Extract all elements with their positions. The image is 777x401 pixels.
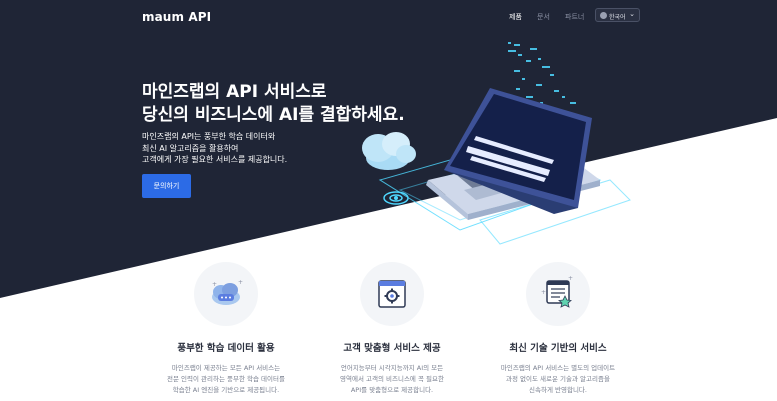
svg-text:+: + (541, 289, 546, 296)
nav-item-docs[interactable]: 문서 (537, 12, 550, 22)
feature-description-line: 신속하게 반영합니다. (529, 386, 587, 394)
feature-description-line: 영역에서 고객의 비즈니스에 꼭 필요한 (340, 375, 444, 383)
feature-description: 언어지능부터 시각지능까지 AI의 모든 영역에서 고객의 비즈니스에 꼭 필요… (307, 363, 477, 396)
cloud-shape (362, 132, 416, 170)
feature-icon-circle: + + (526, 262, 590, 326)
feature-description-line: API를 맞춤형으로 제공합니다. (350, 386, 434, 394)
laptop-illustration (362, 42, 631, 245)
hero-description-line: 마인즈랩의 API는 풍부한 학습 데이터와 (142, 132, 276, 141)
logo[interactable]: maum API (142, 10, 211, 24)
feature-title: 최신 기술 기반의 서비스 (509, 343, 607, 354)
feature-description-line: 마인즈랩의 API 서비스는 별도의 업데이트 (500, 364, 616, 372)
svg-text:+: + (238, 279, 243, 286)
hero-description-line: 고객에게 가장 필요한 서비스를 제공합니다. (142, 155, 288, 164)
feature-description-line: 전문 인력이 관리하는 풍부한 학습 데이터를 (167, 375, 285, 383)
hero-description: 마인즈랩의 API는 풍부한 학습 데이터와 최신 AI 알고리즘을 활용하여 … (142, 131, 287, 166)
code-rain (508, 42, 576, 104)
top-navigation-bar: maum API 제품 문서 파트너 한국어 ⌄ (0, 0, 777, 34)
svg-text:+: + (212, 281, 217, 288)
cloud-chat-icon: + + (212, 279, 243, 305)
contact-button[interactable]: 문의하기 (142, 174, 191, 198)
language-label: 한국어 (609, 14, 626, 21)
feature-description-line: 언어지능부터 시각지능까지 AI의 모든 (340, 364, 444, 372)
feature-icon-circle (360, 262, 424, 326)
feature-description-line: 과정 없이도 새로운 기술과 알고리즘을 (506, 375, 610, 383)
svg-text:+: + (568, 275, 573, 282)
globe-icon (600, 12, 607, 19)
hero-description-line: 최신 AI 알고리즘을 활용하여 (142, 143, 239, 153)
feature-description-line: 마인즈랩이 제공하는 모든 API 서비스는 (171, 364, 281, 372)
feature-title: 고객 맞춤형 서비스 제공 (343, 343, 441, 354)
nav-item-products[interactable]: 제품 (509, 12, 522, 22)
nav-item-partners[interactable]: 파트너 (565, 12, 584, 22)
feature-description: 마인즈랩의 API 서비스는 별도의 업데이트 과정 없이도 새로운 기술과 알… (473, 363, 643, 396)
radar-rings (383, 191, 409, 205)
language-selector[interactable]: 한국어 ⌄ (595, 8, 640, 22)
badge-window-icon: + + (541, 275, 573, 308)
feature-title: 풍부한 학습 데이터 활용 (177, 343, 275, 354)
chevron-down-icon: ⌄ (629, 10, 635, 18)
feature-description-line: 학습한 AI 엔진을 기반으로 제공됩니다. (172, 386, 280, 394)
feature-description: 마인즈랩이 제공하는 모든 API 서비스는 전문 인력이 관리하는 풍부한 학… (141, 363, 311, 396)
feature-icon-circle: + + (194, 262, 258, 326)
gear-window-icon (378, 280, 406, 308)
